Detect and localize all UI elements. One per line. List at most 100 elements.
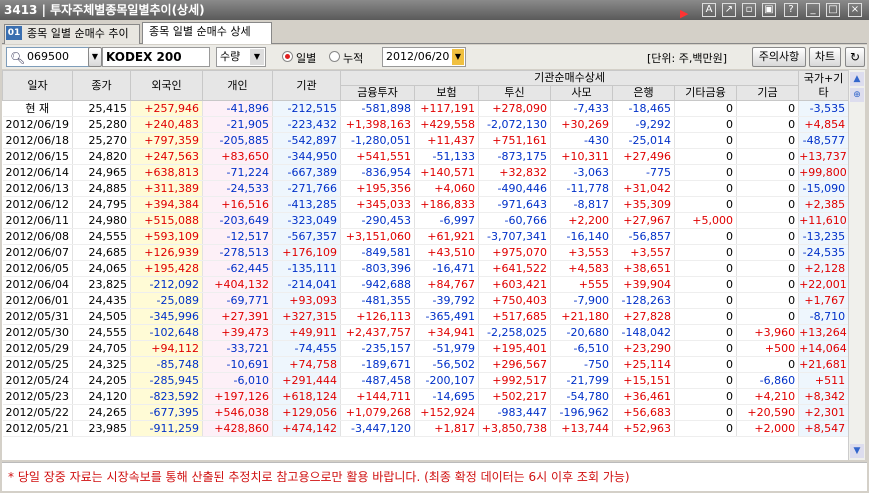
value-cell: -344,950 [272,148,341,165]
table-row[interactable]: 현 재 25,415 +257,946 -41,896 -212,515 -581,898… [2,100,848,117]
value-cell: +197,126 [202,388,273,405]
value-cell: -33,721 [202,340,273,357]
table-row[interactable]: 2012/06/04 23,825 -212,092 +404,132 -214,041… [2,276,848,293]
window-close-icon[interactable]: × [848,3,862,17]
col-header-other-finance[interactable]: 기타금융 [674,85,737,101]
table-row[interactable]: 2012/05/31 24,505 -345,996 +27,391 +327,315 +… [2,308,848,325]
value-cell: +20,590 [736,404,800,421]
table-row[interactable]: 2012/05/29 24,705 +94,112 -33,721 -74,455 -23… [2,340,848,357]
value-cell: -16,140 [550,228,613,245]
table-row[interactable]: 2012/05/25 24,325 -85,748 -10,691 +74,758 -18… [2,356,848,373]
value-cell: -51,133 [414,148,479,165]
font-icon[interactable]: A [702,3,716,17]
value-cell: +327,315 [272,308,341,325]
record-icon[interactable]: ▶ [680,4,688,24]
vertical-scrollbar[interactable]: ▲ ⊕ ▼ [848,70,865,460]
expand-icon[interactable]: ⊕ [850,88,864,102]
scroll-up-icon[interactable]: ▲ [850,72,864,86]
col-header-individual[interactable]: 개인 [202,70,273,101]
code-dropdown-button[interactable]: ▼ [88,47,102,67]
table-row[interactable]: 2012/05/21 23,985 -911,259 +428,860 +474,142… [2,420,848,437]
table-row[interactable]: 2012/05/23 24,120 -823,592 +197,126 +618,124… [2,388,848,405]
scroll-down-icon[interactable]: ▼ [850,444,864,458]
date-cell: 2012/05/30 [2,324,73,341]
table-row[interactable]: 2012/06/15 24,820 +247,563 +83,650 -344,950 +… [2,148,848,165]
col-header-date[interactable]: 일자 [2,70,73,101]
link-icon[interactable]: ↗ [722,3,736,17]
value-cell: +126,939 [130,244,203,261]
unit-select[interactable]: 수량 ▼ [216,47,266,67]
cumulative-radio[interactable] [329,51,340,62]
value-cell: 24,555 [72,228,131,245]
value-cell: -487,458 [340,372,415,389]
tile-icon[interactable]: ▣ [762,3,776,17]
chart-button[interactable]: 차트 [809,47,841,67]
value-cell: +2,000 [736,420,800,437]
table-row[interactable]: 2012/06/18 25,270 +797,359 -205,885 -542,897… [2,132,848,149]
col-header-pension[interactable]: 기금 [735,85,800,101]
notice-button[interactable]: 주의사항 [752,47,806,67]
table-row[interactable]: 2012/06/14 24,965 +638,813 -71,224 -667,389-… [2,164,848,181]
value-cell: -148,042 [612,324,675,341]
help-icon[interactable]: ? [784,3,798,17]
value-cell: -200,107 [414,372,479,389]
value-cell: +27,967 [612,212,675,229]
table-row[interactable]: 2012/06/05 24,065 +195,428 -62,445 -135,111-… [2,260,848,277]
table-row[interactable]: 2012/06/13 24,885 +311,389 -24,533 -271,766 +… [2,180,848,197]
window-minimize-icon[interactable]: _ [806,3,820,17]
value-cell: -71,224 [202,164,273,181]
table-row[interactable]: 2012/06/12 24,795 +394,384 +16,516 -413,285 +… [2,196,848,213]
value-cell: +474,142 [272,420,341,437]
tab-daily-trend[interactable]: 종목 일별 순매수 추이 [4,24,140,44]
value-cell: -196,962 [550,404,613,421]
col-header-private-fund[interactable]: 사모 [550,85,613,101]
table-row[interactable]: 2012/06/19 25,280 +240,483 -21,905 -223,432 +… [2,116,848,133]
value-cell: -189,671 [340,356,415,373]
search-icon[interactable]: 🔍︎ [10,49,25,67]
col-header-institution[interactable]: 기관 [272,70,341,101]
value-cell: 0 [736,196,800,213]
value-cell: 0 [736,180,800,197]
refresh-icon[interactable]: ↻ [845,47,865,67]
date-cell: 2012/06/12 [2,196,73,213]
col-header-bank[interactable]: 은행 [612,85,675,101]
table-row[interactable]: 2012/06/07 24,685 +126,939 -278,513 +176,109… [2,244,848,261]
value-cell: +22,001 [798,276,848,293]
value-cell: +195,428 [130,260,203,277]
table-row[interactable]: 2012/06/08 24,555 +593,109 -12,517 -567,357 +… [2,228,848,245]
value-cell: +10,311 [550,148,613,165]
date-picker[interactable]: 2012/06/20 ▼ [382,47,466,67]
value-cell: -3,535 [798,100,848,117]
col-header-investment-trust[interactable]: 투신 [478,85,551,101]
date-cell: 2012/06/04 [2,276,73,293]
value-cell: +176,109 [272,244,341,261]
value-cell: 0 [736,100,800,117]
stock-code-input[interactable]: 🔍︎ 069500 [6,47,100,67]
value-cell: +404,132 [202,276,273,293]
date-cell: 현 재 [2,100,73,117]
table-row[interactable]: 2012/06/11 24,980 +515,088 -203,649 -323,049… [2,212,848,229]
table-row[interactable]: 2012/05/24 24,205 -285,945 -6,010 +291,444 -4… [2,372,848,389]
value-cell: 0 [736,356,800,373]
window-maximize-icon[interactable]: □ [826,3,840,17]
col-header-insurance[interactable]: 보험 [414,85,479,101]
tab-daily-detail[interactable]: 종목 일별 순매수 상세 [142,22,272,44]
table-row[interactable]: 2012/05/30 24,555 -102,648 +39,473 +49,911 +2… [2,324,848,341]
value-cell: +129,056 [272,404,341,421]
table-row[interactable]: 2012/06/01 24,435 -25,089 -69,771 +93,093 -48… [2,292,848,309]
dropdown-arrow-icon[interactable]: ▼ [250,49,264,65]
value-cell: -290,453 [340,212,415,229]
daily-radio[interactable] [282,51,293,62]
value-cell: 0 [674,404,737,421]
col-header-close[interactable]: 종가 [72,70,131,101]
value-cell: -62,445 [202,260,273,277]
value-cell: 24,205 [72,372,131,389]
col-header-government[interactable]: 국가+기타 [798,70,848,101]
calendar-dropdown-icon[interactable]: ▼ [452,49,464,65]
col-header-foreign[interactable]: 외국인 [130,70,203,101]
value-cell: -3,707,341 [478,228,551,245]
date-cell: 2012/06/15 [2,148,73,165]
col-header-financial-investment[interactable]: 금융투자 [340,85,415,101]
popup-icon[interactable]: ▫ [742,3,756,17]
table-row[interactable]: 2012/05/22 24,265 -677,395 +546,038 +129,056… [2,404,848,421]
